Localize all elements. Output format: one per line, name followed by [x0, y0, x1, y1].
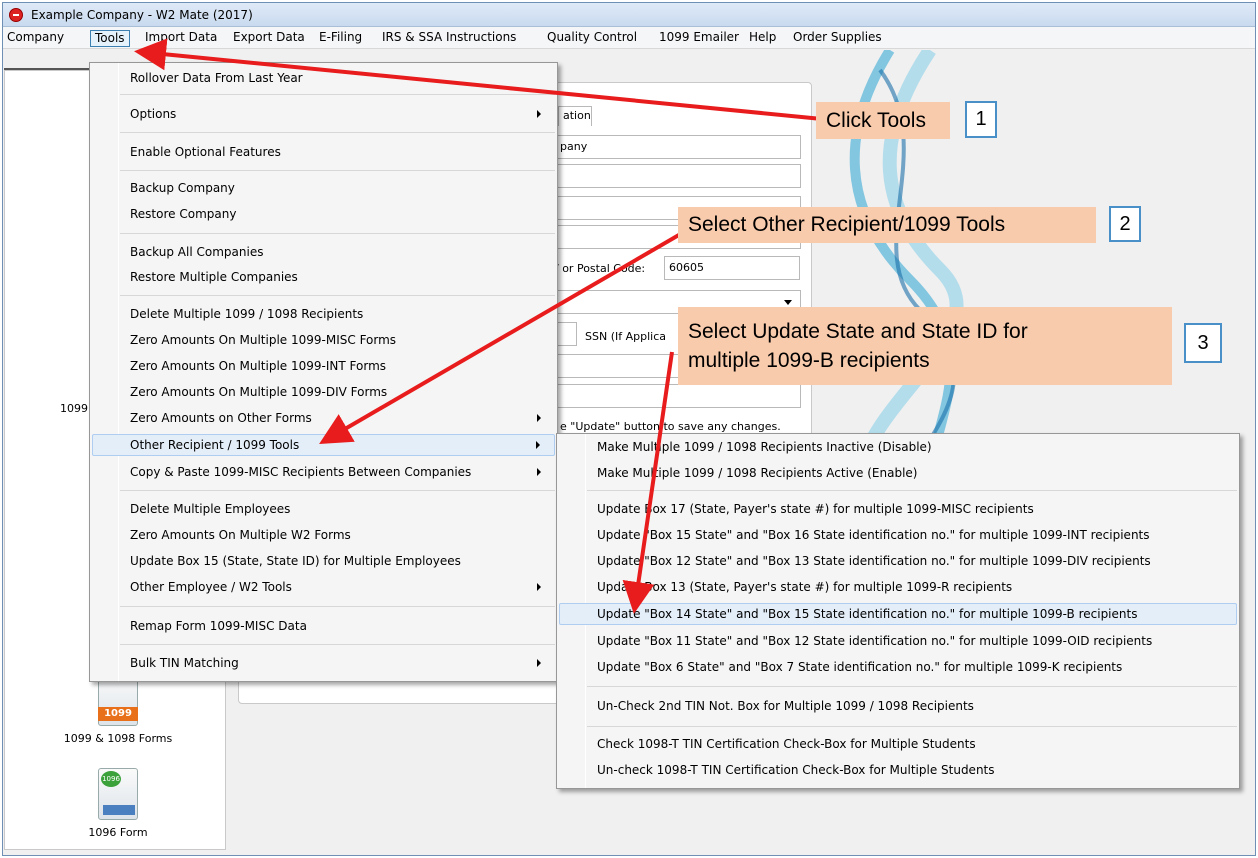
- step-3-badge: 3: [1184, 323, 1222, 363]
- arrow-step-3: [622, 351, 674, 614]
- arrow-step-2: [319, 230, 686, 445]
- arrow-step-1: [134, 38, 823, 121]
- callout-select-update-state: Select Update State and State ID for mul…: [678, 307, 1172, 385]
- callout-click-tools: Click Tools: [816, 102, 950, 139]
- callout-3-line-1: Select Update State and State ID for: [688, 320, 1028, 343]
- callout-select-other-recipient: Select Other Recipient/1099 Tools: [678, 207, 1096, 243]
- annotation-arrows: [134, 38, 823, 614]
- callout-3-line-2: multiple 1099-B recipients: [688, 349, 930, 372]
- step-2-badge: 2: [1109, 206, 1141, 242]
- step-1-badge: 1: [965, 101, 997, 138]
